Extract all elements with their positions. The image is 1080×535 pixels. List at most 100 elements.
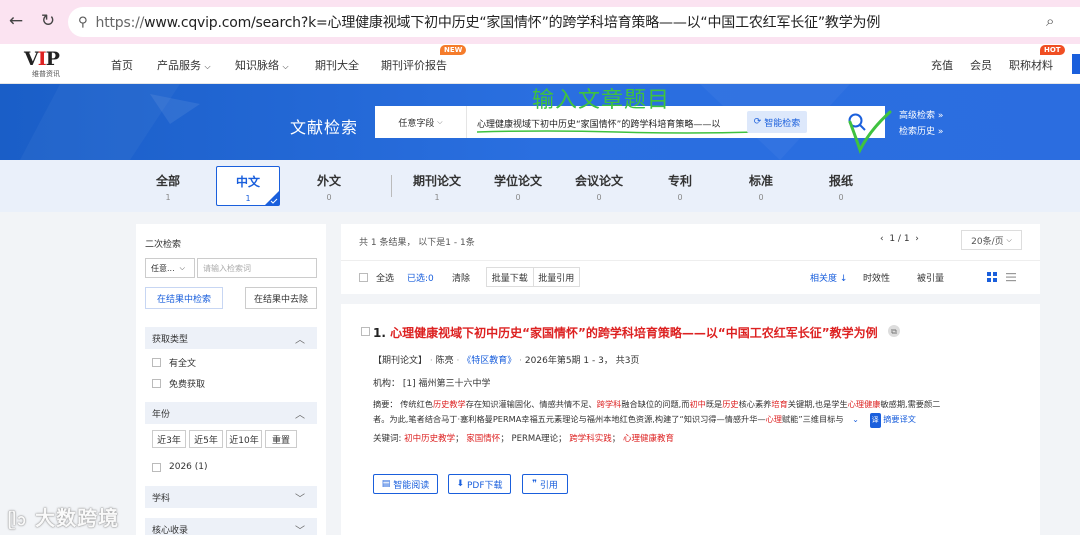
select-all-checkbox[interactable]: 全选	[359, 271, 394, 284]
site-logo[interactable]: VIP 维普资讯	[24, 48, 76, 80]
clear-button[interactable]: 清除	[452, 271, 470, 284]
year-header[interactable]: 年份 ︿	[145, 402, 317, 424]
list-view-icon[interactable]	[1006, 272, 1016, 282]
secondary-field-select[interactable]: 任意... ⌵	[145, 258, 195, 278]
year-2026-checkbox[interactable]: 2026 (1)	[152, 462, 208, 472]
selected-corner-icon	[265, 191, 279, 205]
chevron-down-icon: ⌵	[282, 62, 289, 71]
abstract-text: 融合缺位的问题,而	[621, 399, 690, 409]
author-link[interactable]: 陈亮	[436, 356, 454, 366]
tab-count: 0	[838, 193, 844, 202]
keyword-link[interactable]: 跨学科实践	[569, 434, 612, 444]
keyword-link[interactable]: PERMA理论	[512, 434, 559, 444]
results-toolbar: 共 1 条结果， 以下是1 - 1条 ‹ 1 / 1 › 20条/页 ⌵ 全选 …	[341, 224, 1040, 294]
button-label: 引用	[539, 480, 558, 491]
svg-text:⧉: ⧉	[891, 327, 897, 336]
smart-read-button[interactable]: ▤ 智能阅读	[373, 474, 438, 494]
org-link[interactable]: [1] 福州第三十六中学	[403, 379, 491, 389]
nav-products[interactable]: 产品服务 ⌵	[157, 57, 211, 73]
prev-page-icon[interactable]: ‹	[880, 234, 884, 244]
keyword-link[interactable]: 初中历史教学	[404, 434, 455, 444]
free-checkbox[interactable]: 免费获取	[152, 377, 205, 390]
tab-thesis[interactable]: 学位论文 0	[486, 172, 550, 202]
secondary-field-label: 任意...	[151, 263, 175, 273]
sort-relevance[interactable]: 相关度 ↓	[810, 271, 847, 284]
smart-search-button[interactable]: ⟳ 智能检索	[747, 111, 807, 133]
translate-icon: 译	[869, 413, 881, 428]
subject-header[interactable]: 学科 ﹀	[145, 486, 317, 508]
year-reset-button[interactable]: 重置	[265, 430, 297, 448]
nav-knowledge[interactable]: 知识脉络 ⌵	[235, 57, 289, 73]
back-arrow-icon[interactable]: ←	[4, 9, 28, 33]
tab-all[interactable]: 全部 1	[136, 172, 200, 202]
abstract-translate-button[interactable]: 译 摘要译文	[869, 413, 916, 428]
year-10-button[interactable]: 近10年	[226, 430, 262, 448]
grid-view-icon[interactable]	[987, 272, 997, 282]
tab-count: 0	[326, 193, 332, 202]
header-edge-button[interactable]	[1072, 54, 1080, 74]
journal-link[interactable]: 《特区教育》	[462, 356, 516, 366]
sparkle-icon: ⟳	[753, 117, 762, 127]
cite-button[interactable]: ❞ 引用	[522, 474, 568, 494]
address-bar[interactable]: ⚲ https://www.cqvip.com/search?k=心理健康视域下…	[68, 7, 1080, 37]
tab-count: 0	[677, 193, 683, 202]
abstract-text: 赋能”三维目标与	[781, 414, 844, 424]
advanced-search-link[interactable]: 高级检索 »	[899, 108, 943, 124]
copy-icon[interactable]: ⧉	[887, 324, 901, 338]
year-5-button[interactable]: 近5年	[189, 430, 223, 448]
tab-patent[interactable]: 专利 0	[648, 172, 712, 202]
tab-journal[interactable]: 期刊论文 1	[405, 172, 469, 202]
abstract-text: 敏感期,需要颜二	[880, 399, 941, 409]
secondary-search-input[interactable]: 请输入检索词	[197, 258, 317, 278]
search-icon[interactable]: ⌕	[1046, 12, 1054, 30]
search-history-link[interactable]: 检索历史 »	[899, 124, 943, 140]
nav-journals[interactable]: 期刊大全	[315, 57, 359, 73]
nav-member[interactable]: 会员	[970, 57, 992, 73]
exclude-from-results-button[interactable]: 在结果中去除	[245, 287, 317, 309]
reload-icon[interactable]: ↻	[36, 9, 60, 33]
result-number: 1.	[373, 326, 386, 340]
tab-newspaper[interactable]: 报纸 0	[809, 172, 873, 202]
nav-recharge[interactable]: 充值	[931, 57, 953, 73]
full-text-checkbox[interactable]: 有全文	[152, 356, 196, 369]
result-checkbox[interactable]	[361, 327, 370, 336]
checkbox-label: 2026 (1)	[169, 462, 208, 472]
abstract-highlight: 心理	[765, 414, 782, 424]
batch-download-button[interactable]: 批量下载	[487, 268, 534, 286]
next-page-icon[interactable]: ›	[915, 234, 919, 244]
access-type-header[interactable]: 获取类型 ︿	[145, 327, 317, 349]
abstract-highlight: 培育	[771, 399, 788, 409]
result-title[interactable]: 1. 心理健康视域下初中历史“家国情怀”的跨学科培育策略——以“中国工农红军长征…	[373, 324, 878, 341]
field-select[interactable]: 任意字段 ⌵	[375, 106, 467, 138]
sort-time[interactable]: 时效性	[863, 271, 890, 284]
search-banner: 文献检索 任意字段 ⌵ 心理健康视域下初中历史“家国情怀”的跨学科培育策略——以…	[0, 84, 1080, 160]
new-badge: NEW	[440, 45, 467, 55]
nav-journal-eval[interactable]: 期刊评价报告	[381, 57, 447, 73]
results-summary: 共 1 条结果， 以下是1 - 1条	[359, 238, 475, 248]
sort-cited[interactable]: 被引量	[917, 271, 944, 284]
url-protocol: https://	[95, 15, 145, 31]
tab-count: 0	[515, 193, 521, 202]
nav-home[interactable]: 首页	[111, 57, 133, 73]
nav-title-materials[interactable]: 职称材料	[1009, 57, 1053, 73]
pdf-download-button[interactable]: ⬇ PDF下载	[448, 474, 511, 494]
tab-label: 专利	[667, 174, 692, 188]
tab-conference[interactable]: 会议论文 0	[567, 172, 631, 202]
year-3-button[interactable]: 近3年	[152, 430, 186, 448]
dot-separator: ·	[519, 356, 523, 366]
abstract-highlight: 初中	[689, 399, 706, 409]
tab-foreign[interactable]: 外文 0	[297, 172, 361, 202]
tab-standard[interactable]: 标准 0	[729, 172, 793, 202]
keyword-link[interactable]: 心理健康教育	[623, 434, 674, 444]
expand-abstract-icon[interactable]: ⌄	[852, 414, 859, 424]
batch-cite-button[interactable]: 批量引用	[534, 268, 580, 286]
core-header[interactable]: 核心收录 ﹀	[145, 518, 317, 535]
search-in-results-button[interactable]: 在结果中检索	[145, 287, 223, 309]
keyword-link[interactable]: 家国情怀	[466, 434, 500, 444]
site-info-icon[interactable]: ⚲	[78, 15, 88, 30]
translate-label: 摘要译文	[883, 414, 916, 424]
watermark-text: 大数跨境	[35, 506, 120, 530]
tab-chinese[interactable]: 中文 1	[216, 166, 280, 206]
per-page-select[interactable]: 20条/页 ⌵	[961, 230, 1022, 250]
tab-label: 中文	[235, 175, 260, 189]
